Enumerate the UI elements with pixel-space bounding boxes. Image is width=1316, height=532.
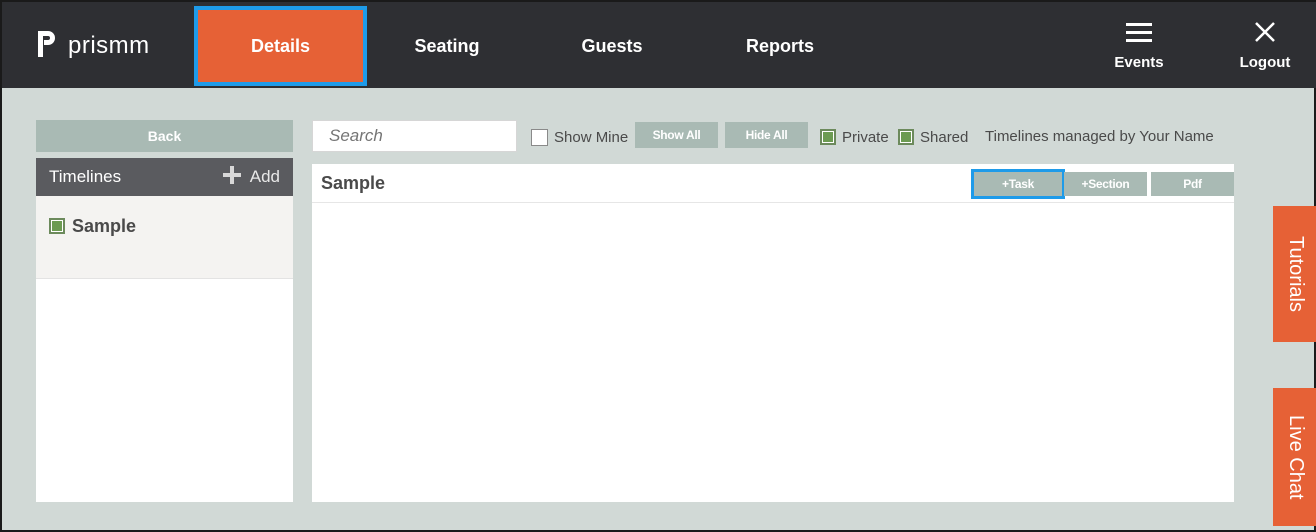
add-label: Add <box>249 167 280 186</box>
search-input[interactable] <box>312 120 517 152</box>
tab-reports[interactable]: Reports <box>700 6 860 86</box>
private-label: Private <box>842 128 889 146</box>
close-icon <box>1225 20 1305 50</box>
app-frame: prismm Details Seating Guests Reports Ev… <box>0 0 1316 532</box>
tab-guests-label: Guests <box>581 35 643 56</box>
show-mine-toggle[interactable]: Show Mine <box>531 127 628 147</box>
prismm-logo-icon <box>36 29 58 64</box>
managed-by-prefix: Timelines managed by <box>985 128 1136 145</box>
back-label: Back <box>147 128 182 144</box>
add-section-button[interactable]: +Section <box>1064 172 1147 196</box>
show-mine-label: Show Mine <box>554 128 629 146</box>
tab-seating-label: Seating <box>414 35 480 56</box>
shared-label: Shared <box>920 128 969 146</box>
live-chat-label: Live Chat <box>1285 414 1307 500</box>
managed-by-text: Timelines managed by Your Name <box>985 128 1214 145</box>
brand-name: prismm <box>68 32 150 59</box>
events-button[interactable]: Events <box>1099 20 1179 71</box>
brand-logo[interactable]: prismm <box>36 30 150 62</box>
timeline-title: Sample <box>321 172 386 193</box>
timeline-visible-checkbox[interactable] <box>49 218 65 234</box>
logout-button[interactable]: Logout <box>1225 20 1305 71</box>
private-toggle[interactable]: Private <box>820 127 889 147</box>
top-nav: prismm Details Seating Guests Reports Ev… <box>2 2 1316 88</box>
managed-by-name[interactable]: Your Name <box>1139 128 1214 145</box>
events-label: Events <box>1114 54 1164 71</box>
tab-reports-label: Reports <box>745 35 814 56</box>
add-timeline-button[interactable]: Add <box>222 165 280 190</box>
tutorials-tab[interactable]: Tutorials <box>1273 206 1316 342</box>
hide-all-label: Hide All <box>745 128 788 142</box>
timelines-list: Sample <box>36 196 293 502</box>
pdf-button[interactable]: Pdf <box>1151 172 1234 196</box>
timeline-panel: Sample +Task +Section Pdf <box>312 164 1234 502</box>
add-section-label: +Section <box>1081 177 1130 191</box>
add-task-label: +Task <box>1002 177 1034 191</box>
timelines-title: Timelines <box>49 167 122 186</box>
tab-details[interactable]: Details <box>194 6 367 86</box>
show-all-button[interactable]: Show All <box>635 122 718 148</box>
timeline-item-label: Sample <box>72 216 137 236</box>
timelines-header: Timelines Add <box>36 158 293 196</box>
show-mine-checkbox[interactable] <box>531 128 548 146</box>
live-chat-tab[interactable]: Live Chat <box>1273 388 1316 526</box>
add-task-button[interactable]: +Task <box>971 169 1065 199</box>
tab-seating[interactable]: Seating <box>367 6 527 86</box>
tutorials-label: Tutorials <box>1285 236 1307 312</box>
hide-all-button[interactable]: Hide All <box>725 122 808 148</box>
back-button[interactable]: Back <box>36 120 293 152</box>
shared-toggle[interactable]: Shared <box>898 127 968 147</box>
shared-checkbox[interactable] <box>898 129 914 145</box>
tab-details-label: Details <box>250 35 311 56</box>
plus-icon <box>222 165 242 190</box>
logout-label: Logout <box>1239 54 1291 71</box>
list-item[interactable]: Sample <box>36 196 293 279</box>
pdf-label: Pdf <box>1183 177 1202 191</box>
private-checkbox[interactable] <box>820 129 836 145</box>
show-all-label: Show All <box>652 128 701 142</box>
tab-guests[interactable]: Guests <box>532 6 692 86</box>
hamburger-menu-icon <box>1099 20 1179 50</box>
